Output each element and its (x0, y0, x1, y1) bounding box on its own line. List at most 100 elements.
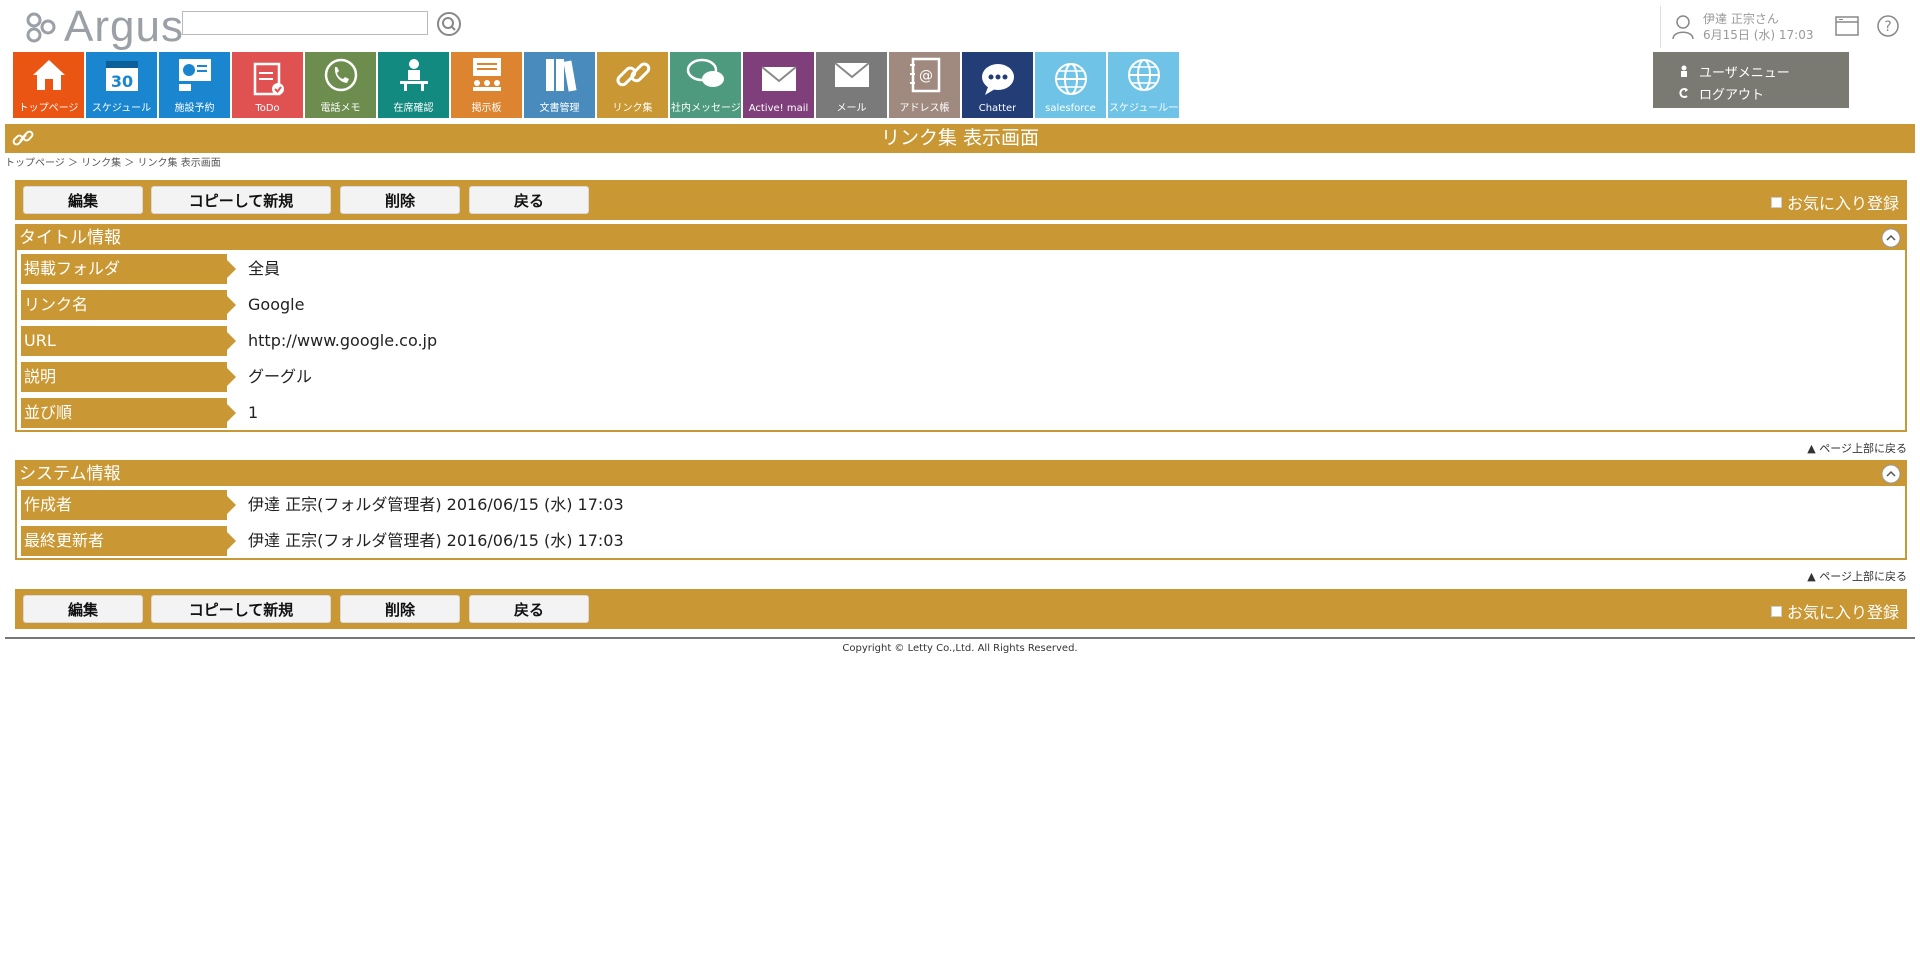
nav-tile-15[interactable]: スケジュール一 (1108, 52, 1179, 118)
favorite-toggle[interactable]: お気に入り登録 (1770, 599, 1899, 623)
nav-tile-1[interactable]: 30 スケジュール (86, 52, 157, 118)
user-menu: ユーザメニュー ログアウト (1653, 52, 1849, 108)
favorite-toggle[interactable]: お気に入り登録 (1770, 190, 1899, 214)
user-datetime: 6月15日 (水) 17:03 (1703, 28, 1814, 42)
nav-tile-2[interactable]: 施設予約 (159, 52, 230, 118)
nav-tile-label: リンク集 (612, 103, 653, 114)
svg-text:30: 30 (110, 72, 132, 91)
presence-icon (394, 55, 434, 95)
search-input[interactable] (182, 11, 428, 35)
logout-item[interactable]: ログアウト (1679, 82, 1849, 104)
link-icon (613, 55, 653, 95)
field-label: 説明 (21, 362, 236, 392)
logo-icon (26, 12, 56, 43)
collapse-icon[interactable] (1881, 228, 1901, 248)
copy-new-button[interactable]: コピーして新規 (151, 186, 331, 214)
search-icon[interactable] (436, 11, 462, 37)
nav-tile-5[interactable]: 在席確認 (378, 52, 449, 118)
action-bar-top: 編集 コピーして新規 削除 戻る お気に入り登録 (15, 180, 1907, 220)
svg-text:?: ? (1884, 19, 1891, 35)
nav-tile-9[interactable]: 社内メッセージ (670, 52, 741, 118)
logout-label: ログアウト (1699, 87, 1765, 103)
info-row: リンク名 Google (17, 286, 1905, 322)
nav-tile-label: メール (836, 103, 867, 114)
page-title-bar: リンク集 表示画面 (5, 124, 1915, 153)
document-icon (540, 55, 580, 95)
person-icon (1681, 65, 1687, 77)
field-value: http://www.google.co.jp (248, 331, 438, 350)
section-title: タイトル情報 (19, 228, 121, 248)
info-row: 並び順 1 (17, 394, 1905, 430)
globe-icon (1124, 55, 1164, 95)
info-row: 掲載フォルダ 全員 (17, 250, 1905, 286)
field-label: 最終更新者 (21, 526, 236, 556)
field-value: Google (248, 295, 305, 314)
field-value: 全員 (248, 259, 281, 278)
nav-tile-6[interactable]: 掲示板 (451, 52, 522, 118)
field-value: 1 (248, 403, 259, 422)
field-label: リンク名 (21, 290, 236, 320)
nav-tile-label: 掲示板 (471, 103, 502, 114)
nav-tile-11[interactable]: メール (816, 52, 887, 118)
delete-button[interactable]: 削除 (340, 595, 460, 623)
logout-icon (1679, 88, 1688, 98)
header: Argus トップページ 30 スケジュール 施設予約 ToDo 電話メモ 在席確認 掲示板 文… (0, 0, 1920, 124)
back-button[interactable]: 戻る (469, 186, 589, 214)
field-label: 掲載フォルダ (21, 254, 236, 284)
copy-new-button[interactable]: コピーして新規 (151, 595, 331, 623)
nav-tile-12[interactable]: @ アドレス帳 (889, 52, 960, 118)
favorite-label: お気に入り登録 (1786, 603, 1899, 622)
nav-tile-label: 文書管理 (539, 103, 580, 114)
field-value: 伊達 正宗(フォルダ管理者) 2016/06/15 (水) 17:03 (248, 531, 624, 550)
nav-tile-label: 在席確認 (393, 103, 434, 114)
user-menu-label: ユーザメニュー (1699, 65, 1790, 81)
nav-tile-3[interactable]: ToDo (232, 52, 303, 118)
field-value: グーグル (248, 367, 313, 386)
edit-button[interactable]: 編集 (23, 595, 143, 623)
nav-tile-label: 社内メッセージ (671, 103, 740, 114)
nav-tile-label: 施設予約 (174, 103, 215, 114)
back-to-top-link[interactable]: ▲ ページ上部に戻る (1807, 568, 1907, 584)
nav-tile-7[interactable]: 文書管理 (524, 52, 595, 118)
back-button[interactable]: 戻る (469, 595, 589, 623)
user-name: 伊達 正宗さん (1703, 12, 1779, 26)
nav-tile-0[interactable]: トップページ (13, 52, 84, 118)
favorite-label: お気に入り登録 (1786, 194, 1899, 213)
nav-tile-label: スケジュール (91, 103, 152, 114)
breadcrumb[interactable]: トップページ ＞ リンク集 ＞ リンク集 表示画面 (5, 154, 221, 169)
nav-tile-label: アドレス帳 (899, 103, 950, 114)
info-row: URL http://www.google.co.jp (17, 322, 1905, 358)
user-info[interactable]: 伊達 正宗さん 6月15日 (水) 17:03 (1660, 6, 1813, 48)
argus-logo[interactable]: Argus (24, 2, 184, 51)
facility-icon (175, 55, 215, 95)
phone-icon (321, 55, 361, 95)
back-to-top-link[interactable]: ▲ ページ上部に戻る (1807, 440, 1907, 456)
mail-icon (832, 55, 872, 95)
delete-button[interactable]: 削除 (340, 186, 460, 214)
nav-tile-8[interactable]: リンク集 (597, 52, 668, 118)
svg-text:@: @ (919, 68, 933, 84)
nav-tile-13[interactable]: Chatter (962, 52, 1033, 118)
chat-icon (978, 59, 1018, 99)
todo-icon (248, 59, 288, 99)
user-menu-item[interactable]: ユーザメニュー (1679, 60, 1849, 82)
field-value: 伊達 正宗(フォルダ管理者) 2016/06/15 (水) 17:03 (248, 495, 624, 514)
logo-text: Argus (64, 2, 184, 51)
field-label: 並び順 (21, 398, 236, 428)
window-icon[interactable] (1834, 14, 1860, 38)
favorite-checkbox[interactable] (1770, 605, 1782, 617)
help-icon[interactable]: ? (1875, 14, 1901, 38)
favorite-checkbox[interactable] (1770, 196, 1782, 208)
edit-button[interactable]: 編集 (23, 186, 143, 214)
nav-tile-label: salesforce (1045, 103, 1096, 114)
nav-tile-4[interactable]: 電話メモ (305, 52, 376, 118)
mail-icon (759, 59, 799, 99)
copyright: Copyright © Letty Co.,Ltd. All Rights Re… (842, 643, 1078, 654)
nav-tile-10[interactable]: Active! mail (743, 52, 814, 118)
globe-icon (1051, 59, 1091, 99)
nav-tile-14[interactable]: salesforce (1035, 52, 1106, 118)
board-icon (467, 55, 507, 95)
info-row: 説明 グーグル (17, 358, 1905, 394)
collapse-icon[interactable] (1881, 464, 1901, 484)
nav-tile-label: Active! mail (748, 103, 809, 114)
